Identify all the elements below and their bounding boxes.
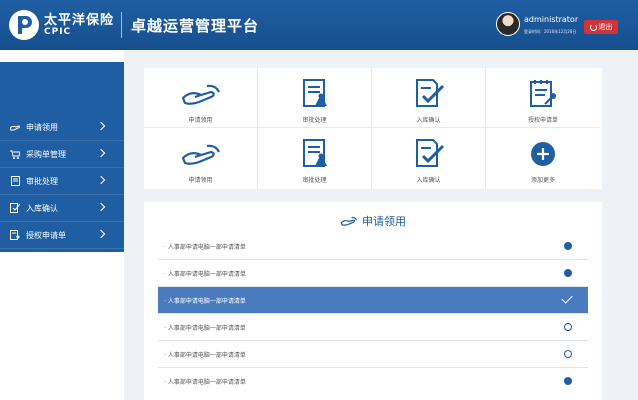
document-icon — [295, 78, 335, 110]
hand-icon — [181, 78, 221, 110]
app-title: 卓越运营管理平台 — [131, 17, 260, 35]
sidebar-item-label: 授权申请单 — [26, 230, 66, 240]
list-item[interactable]: · 人事部申请电脑一部申请清单 — [158, 233, 588, 260]
header-divider — [121, 12, 122, 38]
hand-icon — [181, 138, 221, 170]
chevron-right-icon — [96, 175, 106, 185]
shortcut-label: 申请领用 — [188, 177, 213, 184]
status-dot-empty — [564, 323, 572, 331]
sidebar: 申请领用 采购单管理 审批处理 入库确认 授权申请单 — [0, 50, 124, 400]
shortcut-grid: 申请领用 审批处理 入库确认 授权申请单 申请领用 审批处理 入库确认 添加更多 — [144, 68, 602, 189]
sidebar-item-label: 申请领用 — [26, 122, 58, 132]
sidebar-item-purchase[interactable]: 采购单管理 — [0, 141, 124, 168]
shortcut-stock-in[interactable]: 入库确认 — [372, 128, 486, 189]
sidebar-item-approval[interactable]: 审批处理 — [0, 168, 124, 195]
checklist-icon — [409, 78, 449, 110]
list-item-text: · 人事部申请电脑一部申请清单 — [164, 243, 246, 251]
list-item-text: · 人事部申请电脑一部申请清单 — [164, 324, 246, 332]
shortcut-label: 审批处理 — [302, 177, 327, 184]
list-item[interactable]: · 人事部申请电脑一部申请清单 — [158, 314, 588, 341]
list-item-text: · 人事部申请电脑一部申请清单 — [164, 297, 246, 305]
hand-icon — [340, 216, 358, 226]
shortcut-label: 入库确认 — [416, 117, 441, 124]
sidebar-item-label: 审批处理 — [26, 176, 58, 186]
chevron-right-icon — [96, 121, 106, 131]
username: administrator — [524, 15, 579, 24]
panel-title-label: 申请领用 — [362, 215, 406, 228]
logout-label: 退出 — [598, 23, 613, 31]
shortcut-approval[interactable]: 审批处理 — [258, 68, 372, 128]
sidebar-item-label: 采购单管理 — [26, 149, 66, 159]
shortcut-stock-in[interactable]: 入库确认 — [372, 68, 486, 128]
status-dot-empty — [564, 350, 572, 358]
sidebar-item-stock-in[interactable]: 入库确认 — [0, 195, 124, 222]
list-item[interactable]: · 人事部申请电脑一部申请清单 — [158, 368, 588, 395]
shortcut-label: 授权申请单 — [527, 117, 558, 124]
shortcut-authorization[interactable]: 授权申请单 — [486, 68, 600, 128]
brand-name-cn: 太平洋保险 — [44, 13, 115, 28]
list-item-text: · 人事部申请电脑一部申请清单 — [164, 270, 246, 278]
sidebar-item-label: 入库确认 — [26, 203, 58, 213]
shortcut-apply[interactable]: 申请领用 — [144, 128, 258, 189]
avatar[interactable] — [496, 12, 520, 36]
hand-icon — [10, 122, 20, 132]
check-icon — [561, 292, 573, 304]
cpic-logo-icon — [9, 10, 39, 40]
list-item[interactable]: · 人事部申请电脑一部申请清单 — [158, 260, 588, 287]
shortcut-approval[interactable]: 审批处理 — [258, 128, 372, 189]
panel-title: 申请领用 — [144, 212, 602, 230]
list-item-selected[interactable]: · 人事部申请电脑一部申请清单 — [158, 287, 588, 314]
status-dot-filled — [564, 242, 572, 250]
checklist-icon — [10, 203, 20, 213]
sidebar-item-apply[interactable]: 申请领用 — [0, 114, 124, 141]
chevron-right-icon — [96, 148, 106, 158]
status-dot-filled — [564, 269, 572, 277]
document-icon — [295, 138, 335, 170]
key-document-icon — [523, 78, 563, 110]
power-icon — [589, 23, 597, 31]
shortcut-apply[interactable]: 申请领用 — [144, 68, 258, 128]
sidebar-item-authorization[interactable]: 授权申请单 — [0, 222, 124, 249]
key-document-icon — [10, 230, 20, 240]
list-item-text: · 人事部申请电脑一部申请清单 — [164, 351, 246, 359]
shortcut-label: 审批处理 — [302, 117, 327, 124]
login-time: 登录时间：2016年12月28日 — [524, 29, 577, 34]
checklist-icon — [409, 138, 449, 170]
cart-icon — [10, 149, 20, 159]
document-icon — [10, 176, 20, 186]
header-bar: 太平洋保险 CPIC 卓越运营管理平台 administrator 登录时间：2… — [0, 0, 638, 50]
plus-circle-icon — [523, 138, 563, 170]
shortcut-label: 添加更多 — [530, 177, 555, 184]
list-item-text: · 人事部申请电脑一部申请清单 — [164, 379, 246, 386]
status-dot-filled — [564, 377, 572, 385]
list-item[interactable]: · 人事部申请电脑一部申请清单 — [158, 341, 588, 368]
shortcut-label: 入库确认 — [416, 177, 441, 184]
add-more-button[interactable]: 添加更多 — [486, 128, 600, 189]
brand-name-en: CPIC — [44, 27, 72, 37]
chevron-right-icon — [96, 202, 106, 212]
shortcut-label: 申请领用 — [188, 117, 213, 124]
logout-button[interactable]: 退出 — [584, 20, 618, 34]
chevron-right-icon — [96, 229, 106, 239]
